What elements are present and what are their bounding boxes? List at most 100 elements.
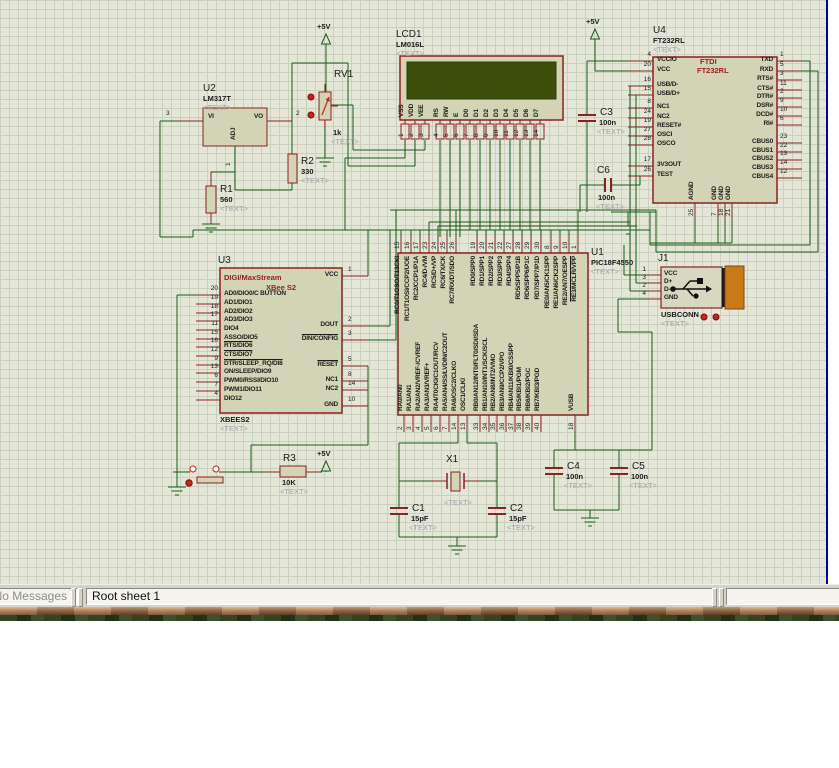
label: 9 <box>553 245 560 249</box>
label: FT232RL <box>653 36 685 45</box>
label: 39 <box>525 422 532 430</box>
label: D6 <box>523 109 530 117</box>
label: RI# <box>763 120 773 127</box>
label: D5 <box>513 109 520 117</box>
label: 19 <box>210 294 218 301</box>
label: RB4/AN11/KBI0/CSSPP <box>508 343 515 411</box>
statusbar-grip <box>71 588 76 607</box>
label: 21 <box>725 208 732 216</box>
label: 27 <box>643 126 651 133</box>
status-bar: No Messages Root sheet 1 <box>0 584 839 608</box>
label: RA3/AN3/VREF+ <box>424 362 431 411</box>
label: <TEXT> <box>280 487 308 496</box>
label: D7 <box>533 109 540 117</box>
ref-U1: U1 <box>591 247 604 258</box>
label: RB6/KBI2/PGC <box>525 367 532 411</box>
label: <TEXT> <box>203 103 231 112</box>
label: CBUS1 <box>751 147 773 154</box>
label: <TEXT> <box>653 45 681 54</box>
label: 7 <box>442 426 449 430</box>
label: AD2/DIO2 <box>224 308 253 315</box>
label: VUSB <box>568 393 575 411</box>
label: 8 <box>647 98 651 105</box>
label: VCC <box>657 66 671 73</box>
label: 18 <box>568 422 575 430</box>
label: <TEXT> <box>597 127 625 136</box>
label: OSC1/CLKI <box>460 378 467 411</box>
label: 1 <box>571 245 578 249</box>
label: 4 <box>415 426 422 430</box>
label: 26 <box>449 241 456 249</box>
power-label: +5V <box>586 17 600 26</box>
label: 8 <box>473 133 480 137</box>
label: <TEXT> <box>301 176 329 185</box>
label: ADJ <box>230 127 237 140</box>
label: 6 <box>433 426 440 430</box>
label: 17 <box>413 241 420 249</box>
label: 4 <box>642 290 646 297</box>
label: CBUS0 <box>751 138 773 145</box>
label: C5 <box>632 461 645 472</box>
label: RB2/AN8/INT2/VMO <box>490 353 497 411</box>
label: RA5/AN4/SS/LVDIN/C2OUT <box>442 332 449 411</box>
label: GND <box>725 186 732 200</box>
label: C4 <box>567 461 580 472</box>
label: RB7/KBI3/PGD <box>534 367 541 411</box>
label: 100n <box>598 193 616 202</box>
label: 30 <box>534 241 541 249</box>
label: 5 <box>780 61 784 68</box>
label: RTS# <box>757 75 773 82</box>
label: LM016L <box>396 40 424 49</box>
label: 9 <box>214 355 218 362</box>
label: 1 <box>398 133 405 137</box>
schematic-canvas[interactable]: U2 LM317T <TEXT> VI VO ADJ 3 2 1 R1 560 <TEXT> R2 330… <box>0 0 827 584</box>
label: 100n <box>599 118 617 127</box>
label: RA4/T0CKI/C1OUT/RCV <box>433 341 440 411</box>
label: 3 <box>642 274 646 281</box>
label: CBUS4 <box>751 173 773 180</box>
label: R2 <box>301 156 314 167</box>
label: RE1/AN6/CK2SPP <box>553 256 560 309</box>
label: 13 <box>210 363 218 370</box>
label: <TEXT> <box>409 523 437 532</box>
label: D4 <box>503 109 510 117</box>
label: 14 <box>780 159 788 166</box>
label: 100n <box>566 472 584 481</box>
label: 13 <box>780 150 788 157</box>
label: <TEXT> <box>220 424 248 433</box>
label: VDD <box>408 103 415 117</box>
label: 25 <box>688 208 695 216</box>
label: RB3/AN9/CCP2/VPO <box>499 351 506 411</box>
label: RB1/AN10/INT1/SCK/SCL <box>482 337 489 411</box>
label: 17 <box>210 311 218 318</box>
label: 16 <box>210 337 218 344</box>
statusbar-grip <box>712 588 717 607</box>
label: C6 <box>597 165 610 176</box>
label: 4 <box>647 51 651 58</box>
label: PIC18F4550 <box>591 258 634 267</box>
label: ON/SLEEP/DIO9 <box>224 368 272 375</box>
ref-X1: X1 <box>446 454 459 465</box>
label: 12 <box>210 346 218 353</box>
label: D2 <box>483 109 490 117</box>
label: 37 <box>508 422 515 430</box>
label: <TEXT> <box>220 204 248 213</box>
label: 3 <box>166 110 170 117</box>
label: NC2 <box>657 113 670 120</box>
label: 4 <box>214 390 218 397</box>
label: 10 <box>493 129 500 137</box>
label: 14 <box>533 129 540 137</box>
label: 1k <box>333 128 342 137</box>
label: PWM1/DIO11 <box>224 386 262 393</box>
sheet-name-panel[interactable]: Root sheet 1 <box>86 588 713 605</box>
label: VCCIO <box>657 56 677 63</box>
label: AGND <box>688 181 695 200</box>
label: DIO12 <box>224 395 242 402</box>
label: 9 <box>483 133 490 137</box>
label: 9 <box>780 97 784 104</box>
label: 15 <box>394 241 401 249</box>
label: RXD <box>759 66 773 73</box>
label: 23 <box>780 133 788 140</box>
label: CBUS3 <box>751 164 773 171</box>
ref-U4: U4 <box>653 25 666 36</box>
